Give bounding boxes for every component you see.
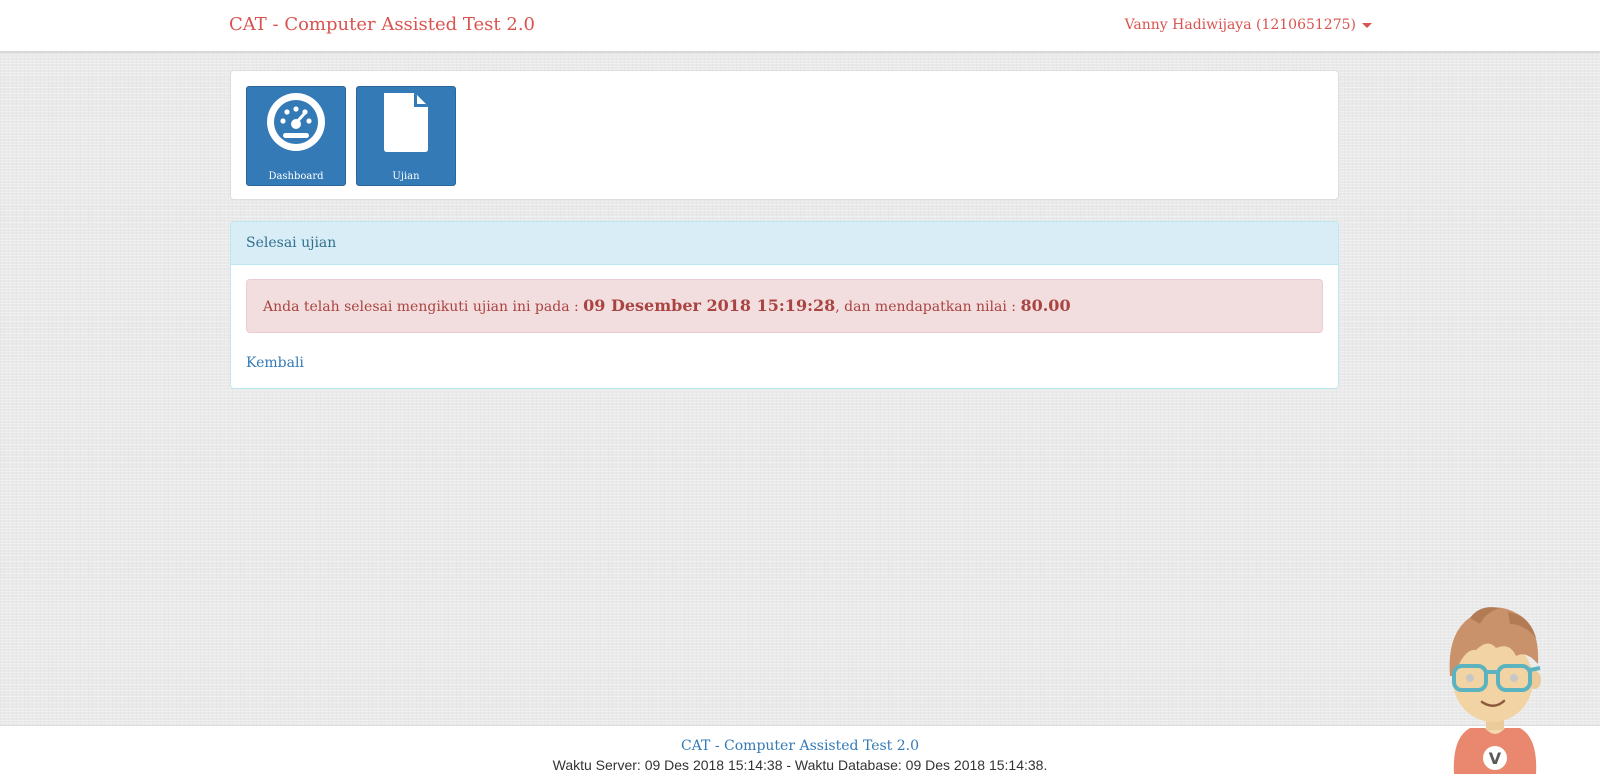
brand-link[interactable]: CAT - Computer Assisted Test 2.0 — [229, 14, 535, 35]
mascot-avatar: V — [1449, 607, 1541, 774]
ujian-tile-button[interactable]: Ujian — [356, 86, 456, 186]
exam-finished-panel: Selesai ujian Anda telah selesai mengiku… — [230, 221, 1339, 389]
exam-datetime: 09 Desember 2018 15:19:28 — [583, 296, 836, 315]
result-alert: Anda telah selesai mengikuti ujian ini p… — [246, 279, 1323, 333]
menu-tiles-panel: Dashboard Ujian — [230, 70, 1339, 200]
tile-label-ujian: Ujian — [392, 171, 420, 182]
server-time-text: Waktu Server: 09 Des 2018 15:14:38 - Wak… — [552, 757, 1048, 773]
footer: CAT - Computer Assisted Test 2.0 Waktu S… — [0, 725, 1600, 784]
panel-heading: Selesai ujian — [231, 222, 1338, 265]
caret-down-icon — [1362, 22, 1372, 28]
user-menu-dropdown[interactable]: Vanny Hadiwijaya (1210651275) — [1125, 17, 1372, 33]
tile-label-dashboard: Dashboard — [268, 171, 324, 182]
footer-brand-link[interactable]: CAT - Computer Assisted Test 2.0 — [0, 738, 1600, 754]
back-link[interactable]: Kembali — [246, 355, 304, 371]
exam-score: 80.00 — [1020, 296, 1071, 315]
alert-middle-text: , dan mendapatkan nilai : — [835, 299, 1021, 315]
dashboard-tile-button[interactable]: Dashboard — [246, 86, 346, 186]
user-name: Vanny Hadiwijaya (1210651275) — [1124, 17, 1356, 33]
mascot-badge-letter: V — [1489, 749, 1502, 768]
top-navbar: CAT - Computer Assisted Test 2.0 Vanny H… — [0, 0, 1600, 52]
alert-prefix-text: Anda telah selesai mengikuti ujian ini p… — [263, 299, 584, 315]
